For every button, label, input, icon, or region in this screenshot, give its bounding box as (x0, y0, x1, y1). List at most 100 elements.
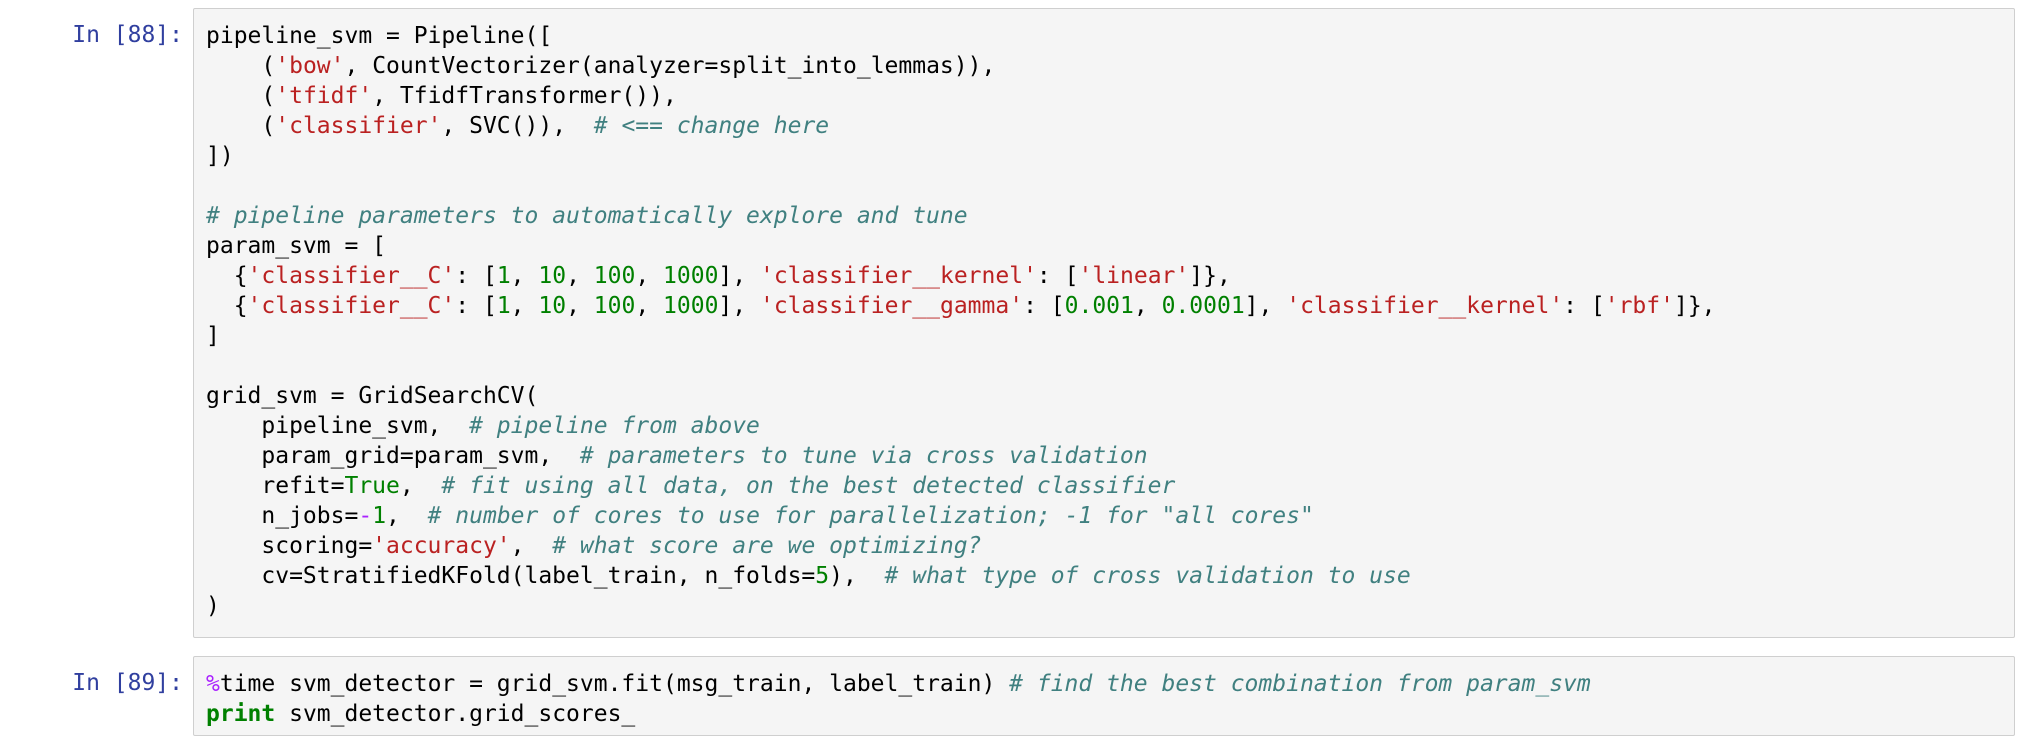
comment-token: # number of cores to use for paralleliza… (427, 503, 1314, 529)
number-token: 0.0001 (1161, 293, 1245, 319)
code-editor[interactable]: %time svm_detector = grid_svm.fit(msg_tr… (193, 656, 2015, 736)
code-cell[interactable]: In [89]: %time svm_detector = grid_svm.f… (0, 656, 2026, 736)
comment-token: # fit using all data, on the best detect… (441, 473, 1176, 499)
code-token: ]}, (1673, 293, 1716, 319)
code-line: cv=StratifiedKFold(label_train, n_folds=… (206, 561, 2014, 591)
string-token: 'classifier' (275, 113, 442, 139)
code-line: scoring='accuracy', # what score are we … (206, 531, 2014, 561)
magic-token: % (206, 671, 220, 697)
code-token: , (566, 263, 594, 289)
code-token: { (206, 263, 248, 289)
code-token: , CountVectorizer(analyzer=split_into_le… (344, 53, 996, 79)
code-block: pipeline_svm = Pipeline([ ('bow', CountV… (194, 21, 2014, 621)
code-token: ( (206, 53, 276, 79)
code-token: svm_detector.grid_scores_ (275, 701, 636, 727)
code-line: grid_svm = GridSearchCV( (206, 381, 2014, 411)
code-token: { (206, 293, 248, 319)
code-line: # pipeline parameters to automatically e… (206, 201, 2014, 231)
code-line: ) (206, 591, 2014, 621)
code-token: , TfidfTransformer()), (372, 83, 677, 109)
code-cell[interactable]: In [88]: pipeline_svm = Pipeline([ ('bow… (0, 8, 2026, 638)
code-token: ) (206, 593, 220, 619)
string-token: 'classifier__kernel' (759, 263, 1037, 289)
code-block: %time svm_detector = grid_svm.fit(msg_tr… (194, 669, 2014, 729)
code-line: ('tfidf', TfidfTransformer()), (206, 81, 2014, 111)
code-token: param_svm = [ (206, 233, 387, 259)
code-line: n_jobs=-1, # number of cores to use for … (206, 501, 2014, 531)
string-token: 'rbf' (1604, 293, 1674, 319)
code-line: ] (206, 321, 2014, 351)
code-token: , (386, 503, 428, 529)
comment-token: # <== change here (593, 113, 830, 139)
comment-token: # pipeline parameters to automatically e… (206, 203, 968, 229)
comment-token: # find the best combination from param_s… (1009, 671, 1591, 697)
code-line: {'classifier__C': [1, 10, 100, 1000], 'c… (206, 291, 2014, 321)
number-token: 100 (593, 293, 636, 319)
code-token: grid_svm = GridSearchCV( (206, 383, 539, 409)
number-token: True (344, 473, 400, 499)
code-token: , (635, 293, 664, 319)
code-line: refit=True, # fit using all data, on the… (206, 471, 2014, 501)
code-token: : [ (1036, 263, 1079, 289)
code-token: cv=StratifiedKFold(label_train, n_folds= (206, 563, 816, 589)
code-editor[interactable]: pipeline_svm = Pipeline([ ('bow', CountV… (193, 8, 2015, 638)
code-line: %time svm_detector = grid_svm.fit(msg_tr… (206, 669, 2014, 699)
code-line: param_grid=param_svm, # parameters to tu… (206, 441, 2014, 471)
code-token: ] (206, 323, 220, 349)
string-token: 'bow' (275, 53, 345, 79)
code-line: param_svm = [ (206, 231, 2014, 261)
string-token: 'tfidf' (275, 83, 373, 109)
code-token: : [ (455, 263, 497, 289)
code-token: : [ (1563, 293, 1605, 319)
cell-prompt: In [88]: (72, 22, 183, 48)
number-token: 1000 (663, 263, 719, 289)
comment-token: # what type of cross validation to use (884, 563, 1411, 589)
code-token: param_grid=param_svm, (206, 443, 580, 469)
code-token: ]}, (1189, 263, 1231, 289)
number-token: 1 (372, 503, 387, 529)
cell-prompt: In [89]: (72, 670, 183, 696)
code-line: pipeline_svm, # pipeline from above (206, 411, 2014, 441)
code-token: pipeline_svm = Pipeline([ (206, 23, 553, 49)
code-token: , (399, 473, 442, 499)
string-token: 'classifier__C' (247, 263, 456, 289)
number-token: 1 (496, 263, 511, 289)
code-line: print svm_detector.grid_scores_ (206, 699, 2014, 729)
code-token: , SVC()), (441, 113, 594, 139)
comment-token: # pipeline from above (469, 413, 760, 439)
comment-token: # parameters to tune via cross validatio… (579, 443, 1148, 469)
number-token: 0.001 (1064, 293, 1134, 319)
code-token: time svm_detector = grid_svm.fit(msg_tra… (219, 671, 1010, 697)
code-token: , (510, 293, 539, 319)
code-token: , (510, 533, 553, 559)
operator-token: - (358, 503, 373, 529)
keyword-token: print (206, 701, 276, 727)
code-token: ( (206, 113, 276, 139)
string-token: 'classifier__kernel' (1286, 293, 1564, 319)
code-line: ('classifier', SVC()), # <== change here (206, 111, 2014, 141)
code-line: ('bow', CountVectorizer(analyzer=split_i… (206, 51, 2014, 81)
string-token: 'classifier__gamma' (759, 293, 1024, 319)
number-token: 10 (538, 263, 567, 289)
code-token: : [ (455, 293, 497, 319)
code-line: ]) (206, 141, 2014, 171)
number-token: 100 (593, 263, 636, 289)
comment-token: # what score are we optimizing? (552, 533, 982, 559)
code-token: ], (718, 263, 760, 289)
code-token: ], (1244, 293, 1287, 319)
code-token: scoring= (206, 533, 373, 559)
number-token: 5 (815, 563, 830, 589)
number-token: 1 (496, 293, 511, 319)
code-token: refit= (206, 473, 345, 499)
number-token: 10 (538, 293, 567, 319)
code-token: ], (718, 293, 760, 319)
code-line: {'classifier__C': [1, 10, 100, 1000], 'c… (206, 261, 2014, 291)
code-line: pipeline_svm = Pipeline([ (206, 21, 2014, 51)
code-token: n_jobs= (206, 503, 359, 529)
string-token: 'accuracy' (372, 533, 511, 559)
code-token: : [ (1023, 293, 1065, 319)
code-token: , (510, 263, 539, 289)
code-token: , (1133, 293, 1162, 319)
